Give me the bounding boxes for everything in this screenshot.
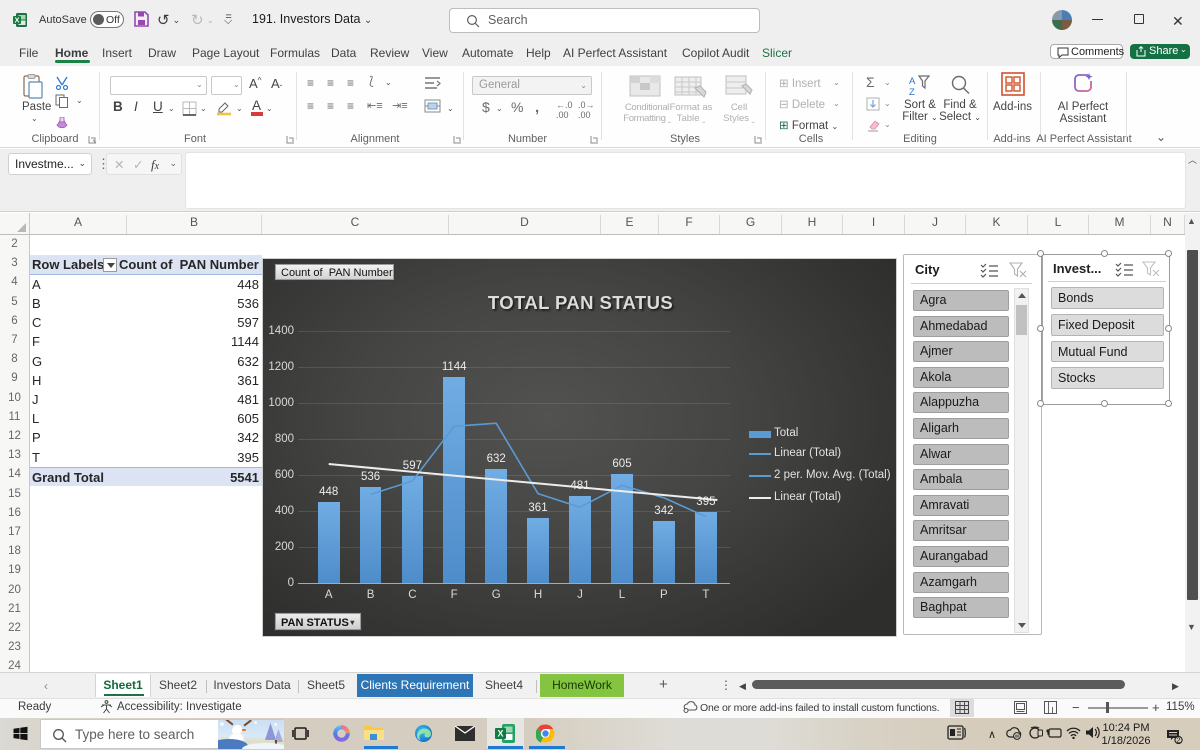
svg-text:2: 2 <box>1176 736 1180 744</box>
svg-text:X: X <box>14 16 19 25</box>
svg-text:X: X <box>497 729 503 739</box>
svg-text:Z: Z <box>909 87 915 96</box>
svg-text:A: A <box>909 76 916 87</box>
